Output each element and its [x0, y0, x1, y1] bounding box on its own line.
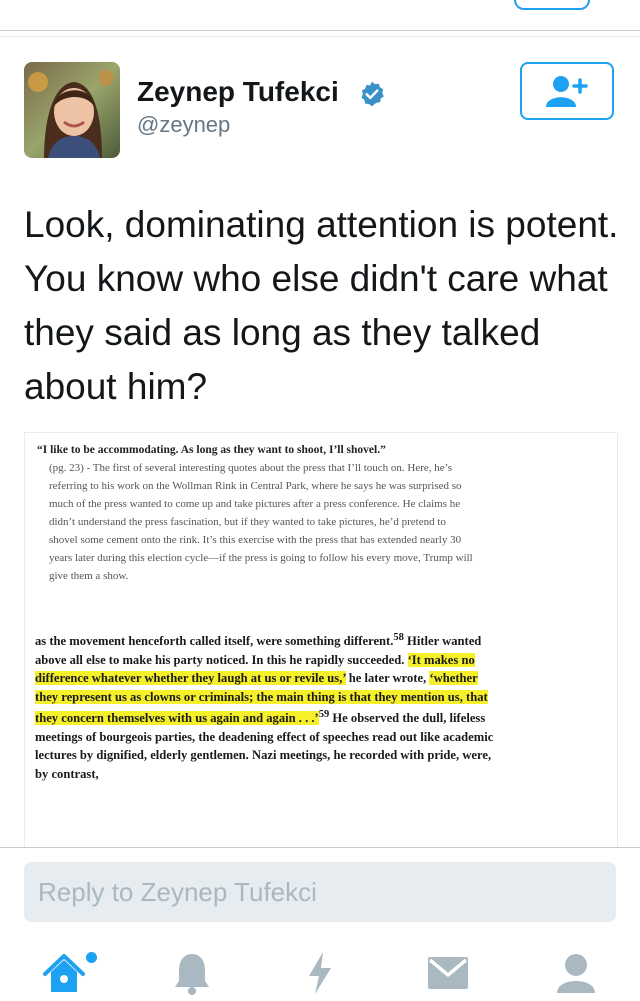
avatar[interactable]	[24, 62, 120, 158]
nav-moments[interactable]	[296, 950, 344, 996]
profile-handle[interactable]: @zeynep	[137, 112, 230, 138]
tweet-text: Look, dominating attention is potent. Yo…	[24, 204, 619, 407]
top-bar	[0, 0, 640, 31]
nav-messages[interactable]	[424, 950, 472, 996]
top-action-fragment[interactable]	[514, 0, 590, 10]
person-photo-icon	[24, 62, 120, 158]
profile-name[interactable]: Zeynep Tufekci	[137, 76, 339, 108]
quote-lead: “I like to be accommodating. As long as …	[37, 444, 386, 456]
footnote-ref: 59	[318, 709, 330, 721]
excerpt-text: as the movement henceforth called itself…	[35, 634, 394, 649]
book-excerpt-bottom: as the movement henceforth called itself…	[35, 629, 495, 783]
reply-input[interactable]	[24, 862, 616, 922]
book-excerpt-top: “I like to be accommodating. As long as …	[37, 441, 477, 585]
bottom-nav	[0, 940, 640, 1001]
divider	[0, 847, 640, 848]
footnote-ref: 58	[393, 632, 404, 643]
nav-notifications[interactable]	[168, 950, 216, 996]
page-ref: (pg. 23)	[49, 462, 84, 474]
lightning-icon	[309, 952, 331, 994]
verified-badge-icon	[358, 80, 386, 113]
divider	[0, 36, 640, 37]
nav-home[interactable]	[40, 950, 97, 996]
mail-icon	[428, 957, 468, 989]
nav-profile[interactable]	[552, 950, 600, 996]
home-icon	[43, 954, 85, 992]
bell-icon	[175, 954, 209, 995]
quote-body: - The first of several interesting quote…	[49, 462, 473, 582]
notification-dot	[86, 952, 97, 963]
excerpt-text: he later wrote,	[345, 671, 430, 686]
follow-button[interactable]	[520, 62, 614, 120]
tweet-media-image[interactable]: “I like to be accommodating. As long as …	[24, 432, 618, 848]
add-user-icon	[546, 76, 588, 107]
profile-icon	[557, 954, 595, 993]
